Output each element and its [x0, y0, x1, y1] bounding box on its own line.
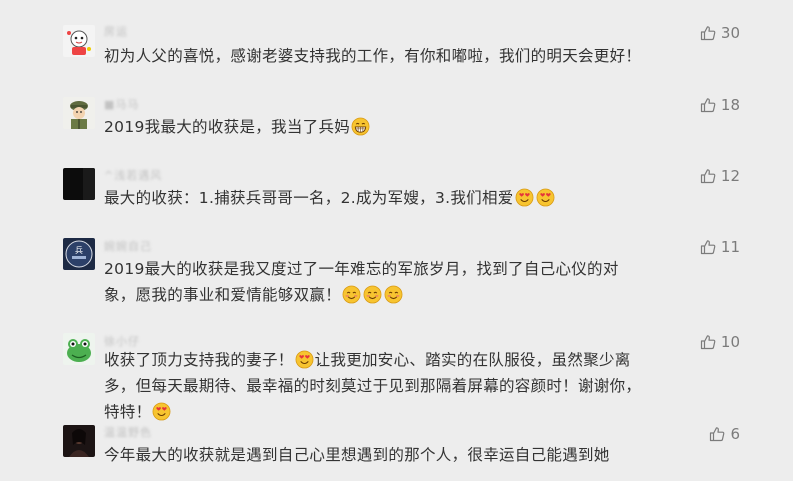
like-count: 12 [720, 167, 740, 185]
comment-text: 最大的收获：1.捕获兵哥哥一名，2.成为军嫂，3.我们相爱 [104, 185, 664, 211]
svg-text:兵: 兵 [75, 245, 83, 255]
thumbs-up-icon [700, 25, 716, 41]
like-count: 6 [730, 425, 740, 443]
like-button[interactable]: 11 [700, 238, 740, 256]
comment-nickname: 房运 [104, 25, 128, 38]
thumbs-up-icon [700, 168, 716, 184]
like-button[interactable]: 6 [709, 425, 740, 443]
cartoon-avatar-icon[interactable] [63, 25, 95, 57]
photo-avatar-icon[interactable] [63, 425, 95, 457]
comment-text: 收获了顶力支持我的妻子！ 让我更加安心、踏实的在队服役，虽然聚少离多，但每天最期… [104, 347, 649, 425]
comment-text-body: 2019我最大的收获是，我当了兵妈 [104, 118, 351, 136]
comment-item: ■马马 2019我最大的收获是，我当了兵妈 18 [0, 90, 793, 160]
blush-emoji [384, 285, 403, 304]
comment-item: 温温野色 今年最大的收获就是遇到自己心里想遇到的那个人，很幸运自己能遇到她 6 [0, 420, 793, 481]
comment-list: 房运 初为人父的喜悦，感谢老婆支持我的工作，有你和嘟啦，我们的明天会更好！ 30 [0, 0, 793, 481]
blush-emoji [342, 285, 361, 304]
comment-text-body: 2019最大的收获是我又度过了一年难忘的军旅岁月，找到了自己心仪的对象，愿我的事… [104, 260, 619, 304]
comment-text: 2019最大的收获是我又度过了一年难忘的军旅岁月，找到了自己心仪的对象，愿我的事… [104, 256, 649, 308]
comment-nickname: 温温野色 [104, 426, 152, 439]
like-count: 18 [720, 96, 740, 114]
thumbs-up-icon [700, 97, 716, 113]
thumbs-up-icon [709, 426, 725, 442]
heart-eyes-emoji [295, 350, 314, 369]
like-count: 30 [720, 24, 740, 42]
frog-avatar-icon[interactable] [63, 333, 95, 365]
comment-text: 今年最大的收获就是遇到自己心里想遇到的那个人，很幸运自己能遇到她 [104, 442, 664, 468]
comment-item: 房运 初为人父的喜悦，感谢老婆支持我的工作，有你和嘟啦，我们的明天会更好！ 30 [0, 0, 793, 90]
thumbs-up-icon [700, 334, 716, 350]
heart-eyes-emoji [536, 188, 555, 207]
heart-eyes-emoji [515, 188, 534, 207]
soldier-avatar-icon[interactable] [63, 97, 95, 129]
like-button[interactable]: 12 [700, 167, 740, 185]
like-button[interactable]: 10 [700, 333, 740, 351]
comment-text: 初为人父的喜悦，感谢老婆支持我的工作，有你和嘟啦，我们的明天会更好！ [104, 43, 664, 69]
comment-text-body: 今年最大的收获就是遇到自己心里想遇到的那个人，很幸运自己能遇到她 [104, 446, 610, 464]
like-button[interactable]: 18 [700, 96, 740, 114]
like-count: 11 [720, 238, 740, 256]
comment-item: 徐小仔 收获了顶力支持我的妻子！ 让我更加安心、踏实的在队服役，虽然聚少离多，但… [0, 325, 793, 421]
thumbs-up-icon [700, 239, 716, 255]
badge-avatar-icon[interactable]: 兵 [63, 238, 95, 270]
comment-text: 2019我最大的收获是，我当了兵妈 [104, 114, 664, 140]
comment-text-body: 最大的收获：1.捕获兵哥哥一名，2.成为军嫂，3.我们相爱 [104, 189, 514, 207]
dark-avatar-icon[interactable] [63, 168, 95, 200]
like-count: 10 [720, 333, 740, 351]
comment-text-body: 收获了顶力支持我的妻子！ [104, 351, 294, 369]
comment-nickname: ■马马 [104, 98, 140, 111]
heart-eyes-emoji [152, 402, 171, 421]
comment-nickname: ^浅若遇风 [104, 169, 163, 182]
comment-item: 兵 婉婉自己 2019最大的收获是我又度过了一年难忘的军旅岁月，找到了自己心仪的… [0, 230, 793, 325]
comment-nickname: 婉婉自己 [104, 240, 152, 253]
grin-emoji [351, 117, 370, 136]
comment-text-body: 初为人父的喜悦，感谢老婆支持我的工作，有你和嘟啦，我们的明天会更好！ [104, 47, 642, 65]
like-button[interactable]: 30 [700, 24, 740, 42]
blush-emoji [363, 285, 382, 304]
comment-item: ^浅若遇风 最大的收获：1.捕获兵哥哥一名，2.成为军嫂，3.我们相爱 12 [0, 160, 793, 230]
